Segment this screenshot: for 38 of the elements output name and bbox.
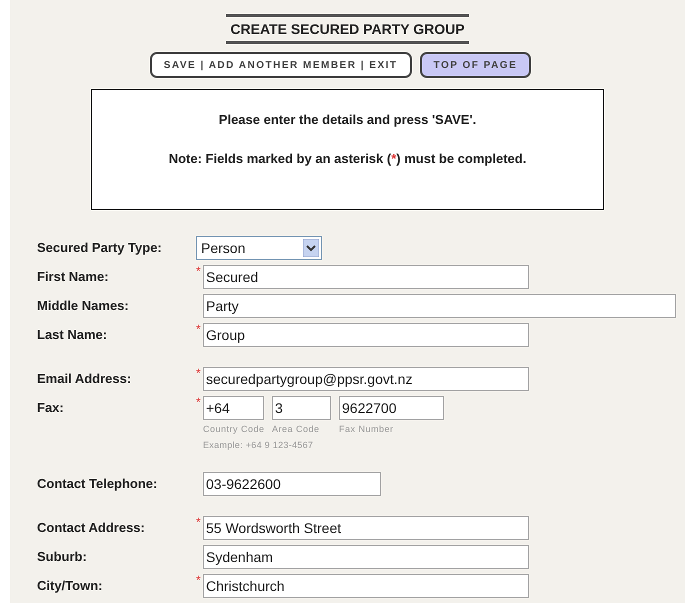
nav-button[interactable]: SAVE | ADD ANOTHER MEMBER | EXIT <box>150 52 412 78</box>
required-marker: * <box>196 367 202 379</box>
input-field[interactable]: Party <box>203 294 676 318</box>
field-label: Contact Address: <box>37 519 146 537</box>
required-marker: * <box>196 265 202 277</box>
field-label: Contact Telephone: <box>37 475 158 493</box>
input-field[interactable]: Group <box>203 323 529 347</box>
field-caption: Country Code <box>203 423 264 436</box>
input-field[interactable]: +64 <box>203 396 264 420</box>
field-label: First Name: <box>37 268 110 286</box>
nav-button[interactable]: TOP OF PAGE <box>420 52 532 78</box>
field-label: Middle Names: <box>37 297 130 315</box>
input-field[interactable]: 3 <box>272 396 331 420</box>
page-title: CREATE SECURED PARTY GROUP <box>230 20 465 38</box>
instruction-text: Please enter the details and press 'SAVE'. <box>218 111 476 129</box>
input-field[interactable]: 03-9622600 <box>203 472 381 496</box>
field-label: Secured Party Type: <box>37 239 163 257</box>
field-label: Fax: <box>37 399 65 417</box>
note-text: Note: Fields marked by an asterisk (*) must be completed. <box>168 150 526 168</box>
field-caption: Area Code <box>272 423 321 436</box>
input-field[interactable]: securedpartygroup@ppsr.govt.nz <box>203 367 529 391</box>
required-marker: * <box>196 516 202 528</box>
input-field[interactable]: Secured <box>203 265 529 289</box>
field-label: Email Address: <box>37 370 132 388</box>
required-marker: * <box>196 574 202 586</box>
input-field[interactable]: Christchurch <box>203 574 529 598</box>
type-dropdown[interactable]: Person <box>196 236 322 260</box>
required-marker: * <box>196 323 202 335</box>
field-caption: Fax Number <box>339 423 395 436</box>
example-text: Example: +64 9 123-4567 <box>203 438 314 452</box>
field-label: Last Name: <box>37 326 108 344</box>
input-field[interactable]: Sydenham <box>203 545 529 569</box>
input-field[interactable]: 9622700 <box>339 396 444 420</box>
input-field[interactable]: 55 Wordsworth Street <box>203 516 529 540</box>
field-label: City/Town: <box>37 577 104 595</box>
required-marker: * <box>196 396 202 408</box>
dropdown-arrow-icon <box>303 239 319 257</box>
field-label: Suburb: <box>37 548 88 566</box>
